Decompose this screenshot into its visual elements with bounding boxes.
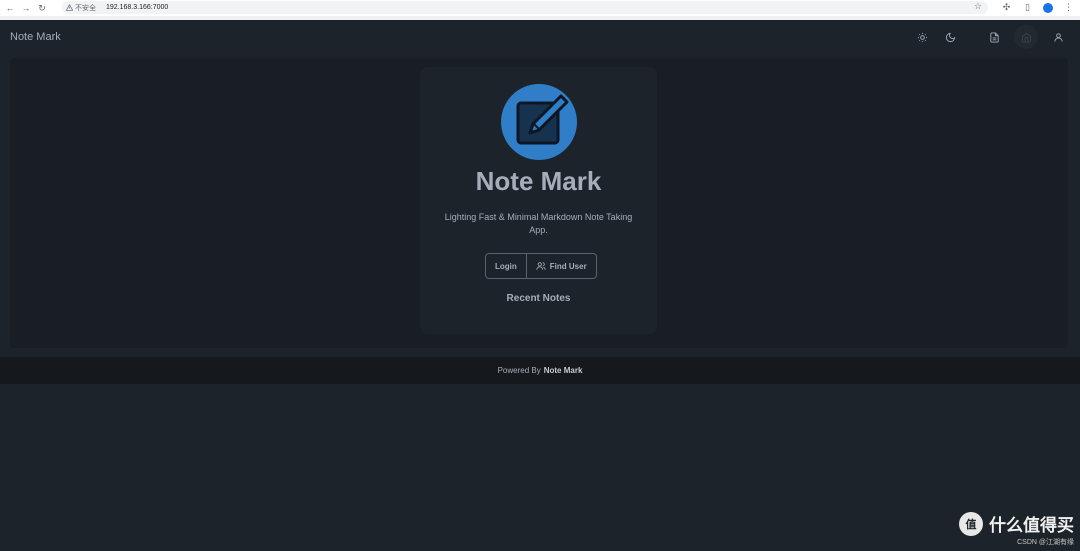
theme-toggle — [910, 25, 962, 49]
bookmark-star-icon[interactable]: ☆ — [974, 1, 982, 12]
watermark-credit: CSDN @江湖有缘 — [1017, 539, 1074, 546]
profile-avatar[interactable] — [1043, 2, 1053, 13]
hero-card: Note Mark Lighting Fast & Minimal Markdo… — [420, 67, 657, 334]
header-actions — [910, 25, 1070, 49]
footer-prefix: Powered By — [497, 366, 541, 375]
watermark: 值 什么值得买 CSDN @江湖有缘 — [959, 511, 1074, 547]
auth-button-group: Login Find User — [485, 253, 597, 279]
url-text: 192.168.3.166:7000 — [106, 4, 169, 11]
browser-extensions: ✣ ▯ ⋮ — [1001, 2, 1074, 13]
address-bar[interactable]: 不安全 192.168.3.166:7000 ☆ — [62, 1, 988, 14]
tagline: Lighting Fast & Minimal Markdown Note Ta… — [444, 212, 633, 235]
watermark-brand: 值 什么值得买 — [959, 511, 1074, 536]
security-label: 不安全 — [75, 4, 96, 12]
home-icon[interactable] — [1014, 25, 1038, 49]
forward-arrow-icon[interactable]: → — [20, 2, 32, 14]
document-icon[interactable] — [982, 25, 1006, 49]
main-content: Note Mark Lighting Fast & Minimal Markdo… — [10, 58, 1068, 348]
footer: Powered By Note Mark — [0, 357, 1080, 384]
recent-notes-heading: Recent Notes — [506, 293, 571, 304]
login-label: Login — [495, 261, 517, 271]
security-warning[interactable]: 不安全 — [66, 3, 96, 13]
watermark-text: 什么值得买 — [989, 516, 1074, 535]
app-header: Note Mark — [0, 20, 1080, 54]
brand-link[interactable]: Note Mark — [10, 31, 61, 43]
back-arrow-icon[interactable]: ← — [4, 2, 16, 14]
side-panel-icon[interactable]: ▯ — [1022, 2, 1033, 13]
app-title: Note Mark — [475, 166, 602, 196]
find-user-button[interactable]: Find User — [525, 254, 596, 278]
watermark-logo: 值 — [959, 511, 983, 536]
reload-icon[interactable]: ↻ — [36, 2, 48, 14]
login-button[interactable]: Login — [486, 254, 526, 278]
sun-icon[interactable] — [910, 25, 934, 49]
menu-kebab-icon[interactable]: ⋮ — [1063, 2, 1074, 13]
find-user-label: Find User — [549, 261, 587, 271]
users-icon — [536, 262, 546, 270]
footer-brand: Note Mark — [543, 366, 583, 375]
moon-icon[interactable] — [938, 25, 962, 49]
note-mark-logo-icon — [501, 84, 577, 160]
extensions-icon[interactable]: ✣ — [1001, 2, 1012, 13]
warning-triangle-icon — [66, 4, 73, 11]
user-icon[interactable] — [1046, 25, 1070, 49]
browser-toolbar: ← → ↻ 不安全 192.168.3.166:7000 ☆ ✣ ▯ ⋮ — [0, 0, 1080, 16]
